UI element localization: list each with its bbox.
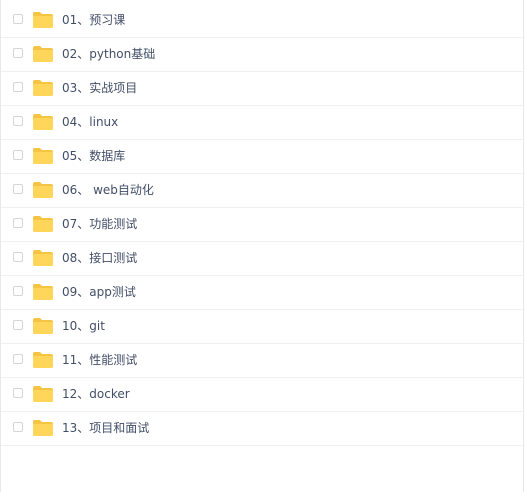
folder-name[interactable]: 05、数据库 — [62, 148, 125, 164]
list-item[interactable]: 07、功能测试 — [1, 208, 523, 242]
list-item[interactable]: 03、实战项目 — [1, 72, 523, 106]
checkbox-icon[interactable] — [13, 150, 23, 160]
list-item[interactable]: 13、项目和面试 — [1, 412, 523, 446]
folder-icon — [33, 284, 53, 300]
folder-name[interactable]: 12、docker — [62, 386, 130, 402]
file-browser-panel: 01、预习课 02、python基础 03、实战项目 04、linux 05、数… — [0, 0, 524, 492]
file-list: 01、预习课 02、python基础 03、实战项目 04、linux 05、数… — [1, 4, 523, 446]
list-item[interactable]: 10、git — [1, 310, 523, 344]
folder-icon — [33, 386, 53, 402]
folder-name[interactable]: 08、接口测试 — [62, 250, 137, 266]
list-item[interactable]: 01、预习课 — [1, 4, 523, 38]
checkbox-icon[interactable] — [13, 388, 23, 398]
checkbox-icon[interactable] — [13, 354, 23, 364]
list-item[interactable]: 08、接口测试 — [1, 242, 523, 276]
checkbox-icon[interactable] — [13, 116, 23, 126]
checkbox-icon[interactable] — [13, 422, 23, 432]
checkbox-icon[interactable] — [13, 320, 23, 330]
folder-icon — [33, 352, 53, 368]
folder-icon — [33, 148, 53, 164]
folder-name[interactable]: 01、预习课 — [62, 12, 125, 28]
folder-icon — [33, 80, 53, 96]
checkbox-icon[interactable] — [13, 218, 23, 228]
folder-icon — [33, 182, 53, 198]
folder-icon — [33, 250, 53, 266]
folder-icon — [33, 216, 53, 232]
checkbox-icon[interactable] — [13, 252, 23, 262]
folder-name[interactable]: 07、功能测试 — [62, 216, 137, 232]
folder-icon — [33, 420, 53, 436]
list-item[interactable]: 04、linux — [1, 106, 523, 140]
checkbox-icon[interactable] — [13, 82, 23, 92]
folder-icon — [33, 46, 53, 62]
checkbox-icon[interactable] — [13, 286, 23, 296]
checkbox-icon[interactable] — [13, 48, 23, 58]
folder-icon — [33, 12, 53, 28]
folder-name[interactable]: 13、项目和面试 — [62, 420, 149, 436]
list-item[interactable]: 02、python基础 — [1, 38, 523, 72]
folder-name[interactable]: 02、python基础 — [62, 46, 155, 62]
folder-name[interactable]: 04、linux — [62, 114, 118, 130]
list-item[interactable]: 05、数据库 — [1, 140, 523, 174]
folder-name[interactable]: 09、app测试 — [62, 284, 136, 300]
folder-name[interactable]: 06、 web自动化 — [62, 182, 154, 198]
list-item[interactable]: 11、性能测试 — [1, 344, 523, 378]
list-item[interactable]: 12、docker — [1, 378, 523, 412]
folder-name[interactable]: 03、实战项目 — [62, 80, 137, 96]
checkbox-icon[interactable] — [13, 184, 23, 194]
folder-icon — [33, 114, 53, 130]
folder-name[interactable]: 10、git — [62, 318, 105, 334]
list-item[interactable]: 09、app测试 — [1, 276, 523, 310]
folder-icon — [33, 318, 53, 334]
folder-name[interactable]: 11、性能测试 — [62, 352, 137, 368]
list-item[interactable]: 06、 web自动化 — [1, 174, 523, 208]
checkbox-icon[interactable] — [13, 14, 23, 24]
